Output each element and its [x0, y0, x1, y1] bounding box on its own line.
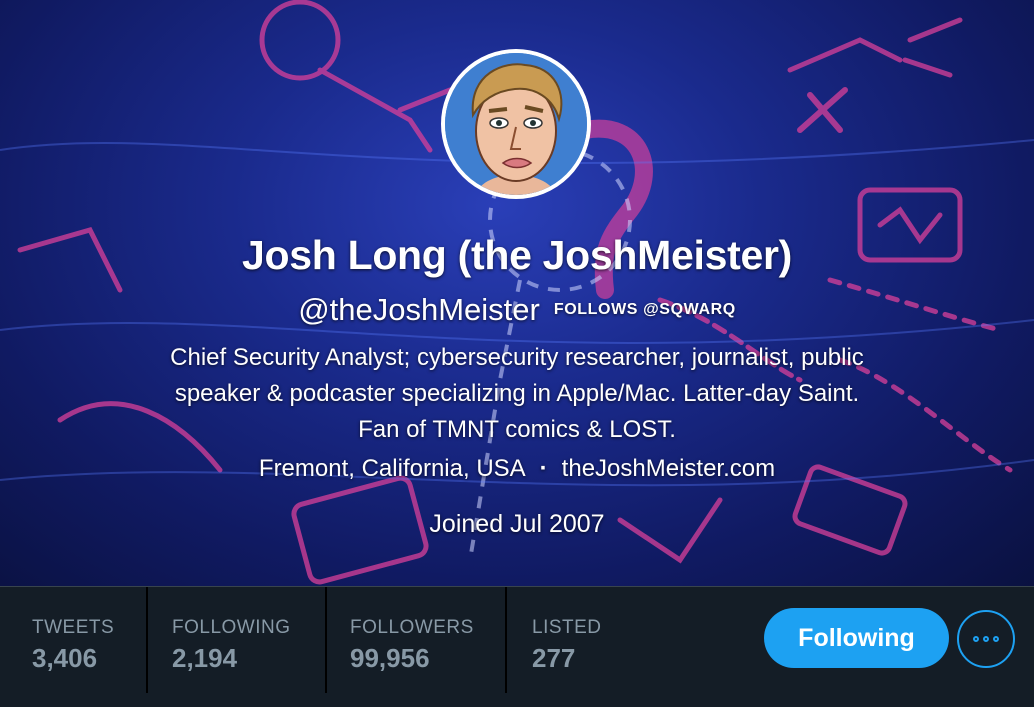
stat-listed[interactable]: LISTED 277: [532, 587, 642, 693]
more-dot: [973, 636, 979, 642]
stat-label: FOLLOWING: [172, 617, 291, 638]
stat-value: 3,406: [32, 643, 98, 673]
meta-separator: ·: [539, 455, 548, 482]
profile-handle: @theJoshMeister: [298, 292, 540, 327]
profile-header: Josh Long (the JoshMeister) @theJoshMeis…: [0, 0, 1034, 586]
stat-label: TWEETS: [32, 617, 115, 638]
stat-value: 2,194: [172, 643, 238, 673]
stat-divider: [505, 587, 507, 693]
profile-website-link[interactable]: theJoshMeister.com: [562, 455, 775, 482]
handle-row: @theJoshMeister FOLLOWS @SQWARQ: [0, 292, 1034, 328]
more-dot: [993, 636, 999, 642]
stat-following[interactable]: FOLLOWING 2,194: [172, 587, 322, 693]
stat-divider: [146, 587, 148, 693]
stat-followers[interactable]: FOLLOWERS 99,956: [350, 587, 500, 693]
more-options-icon[interactable]: [957, 610, 1015, 668]
stat-value: 99,956: [350, 643, 430, 673]
profile-meta: Fremont, California, USA · theJoshMeister.…: [0, 455, 1034, 483]
more-dot: [983, 636, 989, 642]
stat-value: 277: [532, 643, 576, 673]
stat-label: LISTED: [532, 617, 602, 638]
stat-label: FOLLOWERS: [350, 617, 474, 638]
follows-you-badge: FOLLOWS @SQWARQ: [553, 301, 736, 318]
profile-location: Fremont, California, USA: [258, 455, 526, 482]
stat-tweets[interactable]: TWEETS 3,406: [32, 587, 142, 693]
bio-line: Fan of TMNT comics & LOST.: [358, 416, 676, 443]
profile-joined-date: Joined Jul 2007: [429, 510, 605, 538]
following-button[interactable]: Following: [764, 608, 949, 668]
profile-avatar[interactable]: [441, 49, 591, 199]
avatar-cartoon-face: [445, 53, 587, 195]
profile-name: Josh Long (the JoshMeister): [241, 232, 792, 278]
profile-bio: Chief Security Analyst; cybersecurity re…: [0, 340, 1034, 448]
bio-line: Chief Security Analyst; cybersecurity re…: [170, 344, 864, 371]
stat-divider: [325, 587, 327, 693]
bio-line: speaker & podcaster specializing in Appl…: [174, 380, 860, 407]
